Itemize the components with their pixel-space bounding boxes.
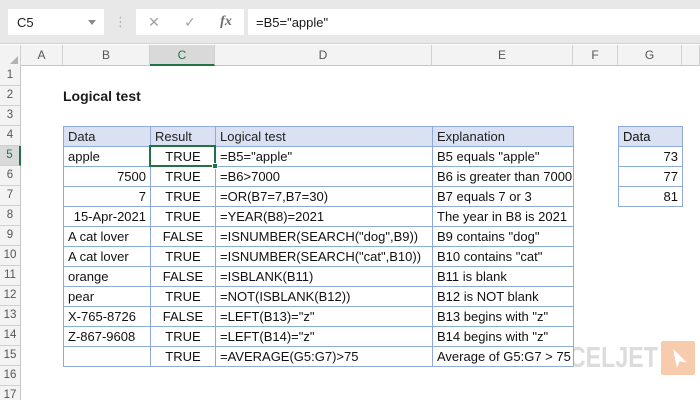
- cell-E4[interactable]: Explanation: [433, 127, 574, 147]
- select-all-triangle-icon: [10, 56, 18, 64]
- cell-E11[interactable]: B11 is blank: [433, 267, 574, 287]
- row-header-16[interactable]: 16: [0, 366, 21, 386]
- cancel-icon[interactable]: ✕: [148, 9, 160, 35]
- cell-C11[interactable]: FALSE: [151, 267, 216, 287]
- col-header-A[interactable]: A: [21, 45, 63, 66]
- cell-G7[interactable]: 81: [619, 187, 683, 207]
- cell-C12[interactable]: TRUE: [151, 287, 216, 307]
- cell-C8[interactable]: TRUE: [151, 207, 216, 227]
- cell-E6[interactable]: B6 is greater than 7000: [433, 167, 574, 187]
- cell-B11[interactable]: orange: [64, 267, 151, 287]
- cell-E12[interactable]: B12 is NOT blank: [433, 287, 574, 307]
- cell-C14[interactable]: TRUE: [151, 327, 216, 347]
- col-header-F[interactable]: F: [573, 45, 618, 66]
- row-header-6[interactable]: 6: [0, 166, 21, 186]
- col-header-C[interactable]: C: [150, 45, 215, 66]
- row-header-17[interactable]: 17: [0, 386, 21, 400]
- cell-D9[interactable]: =ISNUMBER(SEARCH("dog",B9)): [216, 227, 433, 247]
- cell-B6[interactable]: 7500: [64, 167, 151, 187]
- cell-C13[interactable]: FALSE: [151, 307, 216, 327]
- paper-plane-icon: [661, 341, 695, 375]
- formula-toolbar: C5 ⋮ ✕ ✓ fx =B5="apple": [0, 0, 700, 44]
- col-header-E[interactable]: E: [432, 45, 573, 66]
- row-header-10[interactable]: 10: [0, 246, 21, 266]
- toolbar-separator-dots: ⋮: [114, 9, 127, 35]
- cell-B12[interactable]: pear: [64, 287, 151, 307]
- fill-handle[interactable]: [212, 163, 218, 169]
- cell-G6[interactable]: 77: [619, 167, 683, 187]
- row-headers: 1 2 3 4 5 6 7 8 9 10 11 12 13 14 15 16 1…: [0, 66, 21, 400]
- col-header-D[interactable]: D: [215, 45, 432, 66]
- cell-B9[interactable]: A cat lover: [64, 227, 151, 247]
- col-header-partial[interactable]: [682, 45, 700, 66]
- name-box-value: C5: [8, 15, 88, 30]
- row-header-11[interactable]: 11: [0, 266, 21, 286]
- cell-C7[interactable]: TRUE: [151, 187, 216, 207]
- main-table: Data Result Logical test Explanation app…: [63, 126, 574, 367]
- enter-icon[interactable]: ✓: [184, 9, 196, 35]
- cell-G5[interactable]: 73: [619, 147, 683, 167]
- formula-command-group: ✕ ✓ fx: [136, 9, 244, 35]
- cell-D14[interactable]: =LEFT(B14)="z": [216, 327, 433, 347]
- cell-B10[interactable]: A cat lover: [64, 247, 151, 267]
- col-header-B[interactable]: B: [63, 45, 150, 66]
- sheet-title[interactable]: Logical test: [63, 86, 141, 106]
- cell-B5[interactable]: apple: [64, 147, 151, 167]
- cell-E10[interactable]: B10 contains "cat": [433, 247, 574, 267]
- row-header-12[interactable]: 12: [0, 286, 21, 306]
- cell-C15[interactable]: TRUE: [151, 347, 216, 367]
- cell-D7[interactable]: =OR(B7=7,B7=30): [216, 187, 433, 207]
- cell-D12[interactable]: =NOT(ISBLANK(B12)): [216, 287, 433, 307]
- cell-D11[interactable]: =ISBLANK(B11): [216, 267, 433, 287]
- cell-B4[interactable]: Data: [64, 127, 151, 147]
- cell-C10[interactable]: TRUE: [151, 247, 216, 267]
- cell-E8[interactable]: The year in B8 is 2021: [433, 207, 574, 227]
- cell-D10[interactable]: =ISNUMBER(SEARCH("cat",B10)): [216, 247, 433, 267]
- cell-B14[interactable]: Z-867-9608: [64, 327, 151, 347]
- row-header-4[interactable]: 4: [0, 126, 21, 146]
- name-box[interactable]: C5: [8, 9, 104, 35]
- select-all-corner[interactable]: [0, 45, 21, 66]
- cell-D5[interactable]: =B5="apple": [216, 147, 433, 167]
- cell-G4[interactable]: Data: [619, 127, 683, 147]
- row-header-5[interactable]: 5: [0, 146, 21, 166]
- row-header-15[interactable]: 15: [0, 346, 21, 366]
- cell-E14[interactable]: B14 begins with "z": [433, 327, 574, 347]
- cell-E13[interactable]: B13 begins with "z": [433, 307, 574, 327]
- excel-window: C5 ⋮ ✕ ✓ fx =B5="apple" A B C D E F G 1 …: [0, 0, 700, 400]
- row-header-7[interactable]: 7: [0, 186, 21, 206]
- cell-C6[interactable]: TRUE: [151, 167, 216, 187]
- column-headers: A B C D E F G: [0, 45, 700, 66]
- cell-B8[interactable]: 15-Apr-2021: [64, 207, 151, 227]
- row-header-1[interactable]: 1: [0, 66, 21, 86]
- formula-bar-text: =B5="apple": [248, 15, 328, 30]
- insert-function-icon[interactable]: fx: [220, 14, 232, 30]
- cell-C9[interactable]: FALSE: [151, 227, 216, 247]
- cell-D13[interactable]: =LEFT(B13)="z": [216, 307, 433, 327]
- cell-D6[interactable]: =B6>7000: [216, 167, 433, 187]
- row-header-14[interactable]: 14: [0, 326, 21, 346]
- row-header-8[interactable]: 8: [0, 206, 21, 226]
- cell-E5[interactable]: B5 equals "apple": [433, 147, 574, 167]
- cell-E7[interactable]: B7 equals 7 or 3: [433, 187, 574, 207]
- row-header-2[interactable]: 2: [0, 86, 21, 106]
- cell-B13[interactable]: X-765-8726: [64, 307, 151, 327]
- cell-E9[interactable]: B9 contains "dog": [433, 227, 574, 247]
- cell-C4[interactable]: Result: [151, 127, 216, 147]
- row-header-13[interactable]: 13: [0, 306, 21, 326]
- cell-B15[interactable]: [64, 347, 151, 367]
- selection-box[interactable]: [149, 145, 216, 167]
- side-table: Data 73 77 81: [618, 126, 683, 207]
- cell-D8[interactable]: =YEAR(B8)=2021: [216, 207, 433, 227]
- cell-D4[interactable]: Logical test: [216, 127, 433, 147]
- row-header-9[interactable]: 9: [0, 226, 21, 246]
- cell-E15[interactable]: Average of G5:G7 > 75: [433, 347, 574, 367]
- name-box-dropdown-icon[interactable]: [88, 20, 96, 25]
- col-header-G[interactable]: G: [618, 45, 682, 66]
- cell-B7[interactable]: 7: [64, 187, 151, 207]
- row-header-3[interactable]: 3: [0, 106, 21, 126]
- formula-bar[interactable]: =B5="apple": [248, 9, 700, 35]
- cell-D15[interactable]: =AVERAGE(G5:G7)>75: [216, 347, 433, 367]
